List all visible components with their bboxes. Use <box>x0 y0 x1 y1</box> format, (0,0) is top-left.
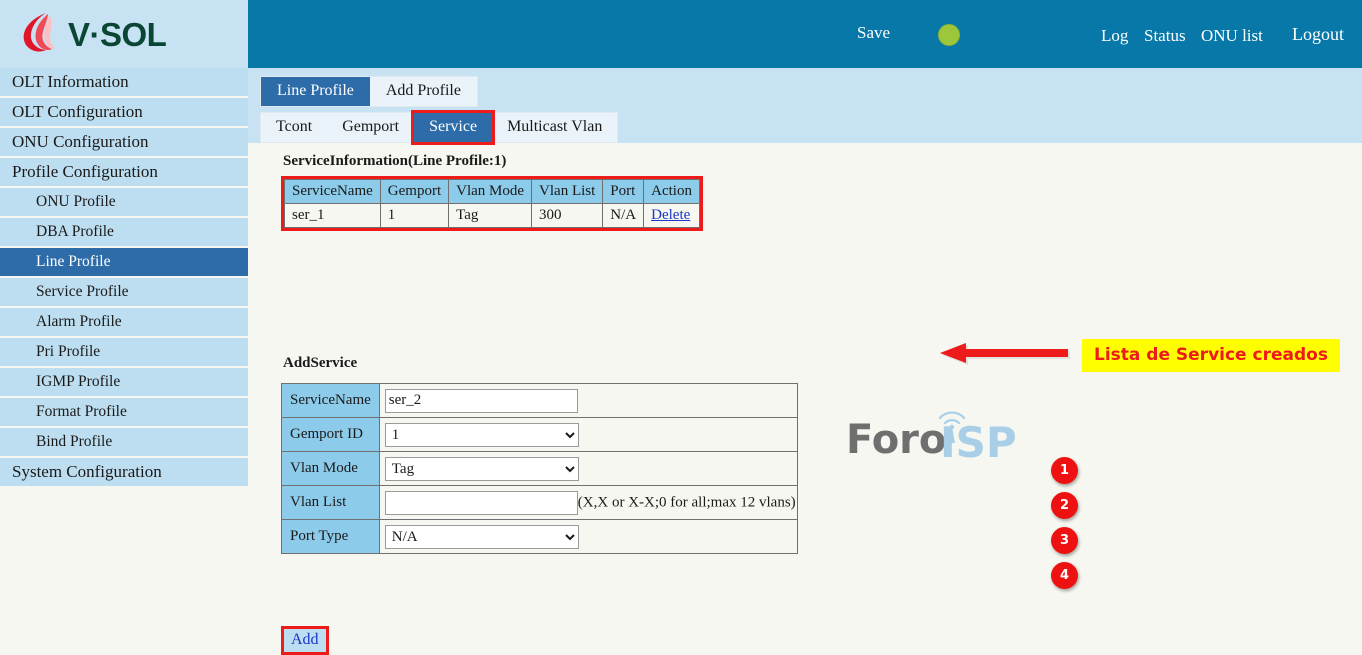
add-service-form: ServiceNameGemport ID1234Vlan ModeTagTra… <box>281 383 798 554</box>
field-control-cell <box>379 384 797 418</box>
step-badge-2: 2 <box>1051 492 1078 519</box>
table-body: ser_11Tag300N/A Delete <box>285 204 700 228</box>
field-label: ServiceName <box>282 384 380 418</box>
cell-action: Delete <box>644 204 700 228</box>
add-service-submit-button[interactable]: Add <box>281 626 329 655</box>
sidebar-item-pri-profile[interactable]: Pri Profile <box>0 338 248 366</box>
sidebar-item-service-profile[interactable]: Service Profile <box>0 278 248 306</box>
sidebar-item-olt-information[interactable]: OLT Information <box>0 68 248 96</box>
sidebar-nav: OLT InformationOLT ConfigurationONU Conf… <box>0 68 248 486</box>
tab-add-profile[interactable]: Add Profile <box>370 77 477 106</box>
vsol-flame-logo-icon <box>20 10 60 59</box>
service-information-table-highlight: ServiceNameGemportVlan ModeVlan ListPort… <box>281 176 703 231</box>
callout-label: Lista de Service creados <box>1082 339 1340 372</box>
column-header: Port <box>603 180 644 204</box>
top-header: Save Log Status ONU list Logout <box>248 0 1362 68</box>
secondary-tab-bar: TcontGemportServiceMulticast Vlan <box>260 112 618 143</box>
sidebar-item-format-profile[interactable]: Format Profile <box>0 398 248 426</box>
svg-text:ISP: ISP <box>940 418 1017 461</box>
column-header: Gemport <box>380 180 448 204</box>
sidebar-item-olt-configuration[interactable]: OLT Configuration <box>0 98 248 126</box>
vlan-list-input[interactable] <box>385 491 578 515</box>
table-row: ser_11Tag300N/A Delete <box>285 204 700 228</box>
field-label: Vlan List <box>282 486 380 520</box>
cell-vlan-mode: Tag <box>449 204 532 228</box>
sidebar-item-onu-configuration[interactable]: ONU Configuration <box>0 128 248 156</box>
add-service-form-body: ServiceNameGemport ID1234Vlan ModeTagTra… <box>282 384 798 554</box>
form-row: Vlan List (X,X or X-X;0 for all;max 12 vl… <box>282 486 798 520</box>
cell-gemport: 1 <box>380 204 448 228</box>
tab-multicast-vlan[interactable]: Multicast Vlan <box>492 113 617 142</box>
field-label: Vlan Mode <box>282 452 380 486</box>
cell-port: N/A <box>603 204 644 228</box>
step-badge-4: 4 <box>1051 562 1078 589</box>
add-service-title: AddService <box>283 355 357 372</box>
field-control-cell: 1234 <box>379 418 797 452</box>
delete-link[interactable]: Delete <box>651 207 690 223</box>
content-area: ServiceInformation(Line Profile:1) Servi… <box>248 143 1362 591</box>
header-link-onu-list[interactable]: ONU list <box>1201 26 1263 46</box>
cell-service-name: ser_1 <box>285 204 381 228</box>
vlan-list-hint: (X,X or X-X;0 for all;max 12 vlans) <box>578 494 796 510</box>
brand-name: V·SOL <box>68 18 166 51</box>
table-header-row: ServiceNameGemportVlan ModeVlan ListPort… <box>285 180 700 204</box>
status-indicator-dot <box>938 24 960 46</box>
sidebar-item-profile-configuration[interactable]: Profile Configuration <box>0 158 248 186</box>
callout-arrow-icon <box>940 343 1070 367</box>
sidebar-item-dba-profile[interactable]: DBA Profile <box>0 218 248 246</box>
tab-line-profile[interactable]: Line Profile <box>261 77 370 106</box>
header-link-log[interactable]: Log <box>1101 26 1128 46</box>
column-header: ServiceName <box>285 180 381 204</box>
sidebar-item-bind-profile[interactable]: Bind Profile <box>0 428 248 456</box>
step-badge-1: 1 <box>1051 457 1078 484</box>
header-link-status[interactable]: Status <box>1144 26 1186 46</box>
field-control-cell: TagTransparentTranslation <box>379 452 797 486</box>
port-type-select[interactable]: N/AETHPOTSCATV <box>385 525 579 549</box>
form-row: ServiceName <box>282 384 798 418</box>
form-row: Port TypeN/AETHPOTSCATV <box>282 520 798 554</box>
save-button[interactable]: Save <box>857 23 890 43</box>
foroisp-watermark: Foro ISP <box>844 405 1034 461</box>
primary-tab-bar: Line ProfileAdd Profile <box>260 76 478 107</box>
field-label: Port Type <box>282 520 380 554</box>
cell-vlan-list: 300 <box>532 204 603 228</box>
service-information-table: ServiceNameGemportVlan ModeVlan ListPort… <box>284 179 700 228</box>
sidebar-item-alarm-profile[interactable]: Alarm Profile <box>0 308 248 336</box>
sidebar-item-onu-profile[interactable]: ONU Profile <box>0 188 248 216</box>
field-label: Gemport ID <box>282 418 380 452</box>
form-row: Vlan ModeTagTransparentTranslation <box>282 452 798 486</box>
tab-service[interactable]: Service <box>414 113 492 142</box>
step-badge-3: 3 <box>1051 527 1078 554</box>
sidebar: V·SOL OLT InformationOLT ConfigurationON… <box>0 0 248 591</box>
column-header: Vlan List <box>532 180 603 204</box>
form-row: Gemport ID1234 <box>282 418 798 452</box>
servicename-input[interactable] <box>385 389 578 413</box>
column-header: Action <box>644 180 700 204</box>
service-information-title: ServiceInformation(Line Profile:1) <box>283 153 506 170</box>
svg-text:Foro: Foro <box>846 417 946 461</box>
main-panel: Line ProfileAdd Profile TcontGemportServ… <box>248 68 1362 591</box>
sidebar-item-system-configuration[interactable]: System Configuration <box>0 458 248 486</box>
vlan-mode-select[interactable]: TagTransparentTranslation <box>385 457 579 481</box>
field-control-cell: (X,X or X-X;0 for all;max 12 vlans) <box>379 486 797 520</box>
tab-tcont[interactable]: Tcont <box>261 113 327 142</box>
field-control-cell: N/AETHPOTSCATV <box>379 520 797 554</box>
sidebar-item-line-profile[interactable]: Line Profile <box>0 248 248 276</box>
column-header: Vlan Mode <box>449 180 532 204</box>
header-link-logout[interactable]: Logout <box>1292 24 1344 45</box>
tab-gemport[interactable]: Gemport <box>327 113 414 142</box>
brand-logo: V·SOL <box>0 0 248 68</box>
sidebar-item-igmp-profile[interactable]: IGMP Profile <box>0 368 248 396</box>
gemport-id-select[interactable]: 1234 <box>385 423 579 447</box>
